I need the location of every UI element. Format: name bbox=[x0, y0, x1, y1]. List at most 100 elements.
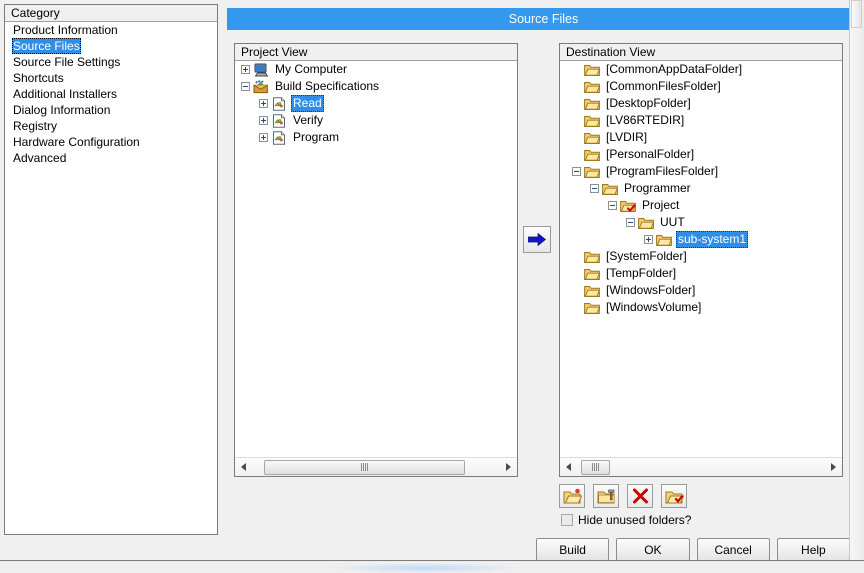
destination-view-hscrollbar[interactable] bbox=[560, 457, 842, 476]
category-item-label: Source Files bbox=[12, 38, 81, 54]
destination-scroll-track[interactable] bbox=[577, 459, 825, 476]
help-button[interactable]: Help bbox=[776, 538, 850, 561]
category-item-source-files[interactable]: Source Files bbox=[5, 38, 217, 54]
tree-node[interactable]: Verify bbox=[235, 112, 517, 129]
ok-button[interactable]: OK bbox=[616, 538, 690, 561]
category-item-label: Hardware Configuration bbox=[13, 135, 140, 149]
tree-node-label: [ProgramFilesFolder] bbox=[606, 164, 719, 178]
tree-node-label: [TempFolder] bbox=[606, 266, 677, 280]
tree-node[interactable]: [WindowsFolder] bbox=[560, 282, 842, 299]
expand-icon[interactable] bbox=[644, 235, 653, 244]
category-item-dialog-information[interactable]: Dialog Information bbox=[5, 102, 217, 118]
tree-node-label: Verify bbox=[293, 113, 324, 127]
expand-icon[interactable] bbox=[259, 99, 268, 108]
tree-node[interactable]: sub-system1 bbox=[560, 231, 842, 248]
tree-node[interactable]: Programmer bbox=[560, 180, 842, 197]
scroll-right-icon[interactable] bbox=[500, 459, 517, 476]
add-folder-button[interactable] bbox=[559, 484, 585, 508]
tree-node[interactable]: [CommonAppDataFolder] bbox=[560, 61, 842, 78]
tree-node[interactable]: My Computer bbox=[235, 61, 517, 78]
folder-icon bbox=[584, 114, 600, 128]
scroll-left-icon[interactable] bbox=[560, 459, 577, 476]
category-panel: Category Product Information Source Files… bbox=[4, 4, 218, 535]
folder-icon bbox=[602, 182, 618, 196]
collapse-icon[interactable] bbox=[608, 201, 617, 210]
category-item-shortcuts[interactable]: Shortcuts bbox=[5, 70, 217, 86]
tree-node[interactable]: UUT bbox=[560, 214, 842, 231]
tree-node-label: [PersonalFolder] bbox=[606, 147, 695, 161]
collapse-icon[interactable] bbox=[572, 167, 581, 176]
tree-node[interactable]: [ProgramFilesFolder] bbox=[560, 163, 842, 180]
collapse-icon[interactable] bbox=[626, 218, 635, 227]
window-vertical-scrollbar[interactable] bbox=[849, 0, 864, 561]
category-item-additional-installers[interactable]: Additional Installers bbox=[5, 86, 217, 102]
category-item-label: Product Information bbox=[13, 23, 118, 37]
open-folder-icon bbox=[563, 488, 582, 503]
category-item-registry[interactable]: Registry bbox=[5, 118, 217, 134]
tree-node[interactable]: [TempFolder] bbox=[560, 265, 842, 282]
collapse-icon[interactable] bbox=[241, 82, 250, 91]
project-view-hscrollbar[interactable] bbox=[235, 457, 517, 476]
set-folder-button[interactable] bbox=[661, 484, 687, 508]
hide-unused-folders-checkbox[interactable] bbox=[561, 514, 573, 526]
tree-node[interactable]: Program bbox=[235, 129, 517, 146]
scroll-right-icon[interactable] bbox=[825, 459, 842, 476]
transfer-to-destination-button[interactable] bbox=[523, 226, 551, 253]
category-item-hardware-configuration[interactable]: Hardware Configuration bbox=[5, 134, 217, 150]
tree-node-label: [DesktopFolder] bbox=[606, 96, 691, 110]
expand-icon[interactable] bbox=[259, 116, 268, 125]
tree-node[interactable]: [CommonFilesFolder] bbox=[560, 78, 842, 95]
scroll-left-icon[interactable] bbox=[235, 459, 252, 476]
tree-node-label: [LVDIR] bbox=[606, 130, 648, 144]
hide-unused-folders-row[interactable]: Hide unused folders? bbox=[561, 513, 691, 527]
tree-node-label: [WindowsFolder] bbox=[606, 283, 696, 297]
tree-node[interactable]: [DesktopFolder] bbox=[560, 95, 842, 112]
new-folder-button[interactable] bbox=[593, 484, 619, 508]
tree-node[interactable]: Read bbox=[235, 95, 517, 112]
grip-icon bbox=[592, 463, 599, 471]
hide-unused-folders-label: Hide unused folders? bbox=[578, 513, 692, 527]
category-item-source-file-settings[interactable]: Source File Settings bbox=[5, 54, 217, 70]
category-item-product-information[interactable]: Product Information bbox=[5, 22, 217, 38]
tree-node[interactable]: [LVDIR] bbox=[560, 129, 842, 146]
expand-icon[interactable] bbox=[241, 65, 250, 74]
build-spec-icon bbox=[253, 79, 269, 94]
tree-node[interactable]: [WindowsVolume] bbox=[560, 299, 842, 316]
tree-node-label: [CommonAppDataFolder] bbox=[606, 62, 743, 76]
page-title: Source Files bbox=[227, 8, 860, 30]
destination-scroll-thumb[interactable] bbox=[581, 459, 610, 475]
expand-icon[interactable] bbox=[259, 133, 268, 142]
grip-icon bbox=[361, 463, 368, 471]
category-item-advanced[interactable]: Advanced bbox=[5, 150, 217, 166]
tree-node-label: Build Specifications bbox=[275, 79, 380, 93]
folder-icon bbox=[584, 250, 600, 264]
folder-icon bbox=[584, 131, 600, 145]
destination-view-panel: Destination View [CommonAppDataFolder] [C… bbox=[559, 43, 843, 477]
build-button[interactable]: Build bbox=[536, 538, 610, 561]
arrow-right-icon bbox=[528, 233, 546, 246]
dialog-right-edge bbox=[849, 0, 850, 561]
tree-node-label: [LV86RTEDIR] bbox=[606, 113, 685, 127]
cancel-button[interactable]: Cancel bbox=[696, 538, 770, 561]
folder-icon bbox=[584, 267, 600, 281]
tree-node[interactable]: [LV86RTEDIR] bbox=[560, 112, 842, 129]
delete-button[interactable] bbox=[627, 484, 653, 508]
tree-node[interactable]: [PersonalFolder] bbox=[560, 146, 842, 163]
tree-node[interactable]: [SystemFolder] bbox=[560, 248, 842, 265]
project-scroll-track[interactable] bbox=[252, 459, 500, 476]
category-list[interactable]: Product Information Source Files Source Fi… bbox=[5, 22, 217, 166]
window-scroll-thumb[interactable] bbox=[851, 0, 862, 28]
tree-node-label: [WindowsVolume] bbox=[606, 300, 702, 314]
collapse-icon[interactable] bbox=[590, 184, 599, 193]
tree-node-label: My Computer bbox=[275, 62, 348, 76]
destination-view-tree[interactable]: [CommonAppDataFolder] [CommonFilesFolder]… bbox=[560, 61, 842, 457]
tree-node[interactable]: Project bbox=[560, 197, 842, 214]
folder-icon bbox=[584, 80, 600, 94]
dialog-button-row: Build OK Cancel Help bbox=[536, 538, 850, 561]
category-item-label: Source File Settings bbox=[13, 55, 121, 69]
destination-action-toolbar bbox=[559, 484, 843, 510]
project-scroll-thumb[interactable] bbox=[264, 459, 465, 475]
project-view-tree[interactable]: My Computer Build Specifications Read Verif… bbox=[235, 61, 517, 457]
tree-node[interactable]: Build Specifications bbox=[235, 78, 517, 95]
tree-node-label: Program bbox=[293, 130, 340, 144]
